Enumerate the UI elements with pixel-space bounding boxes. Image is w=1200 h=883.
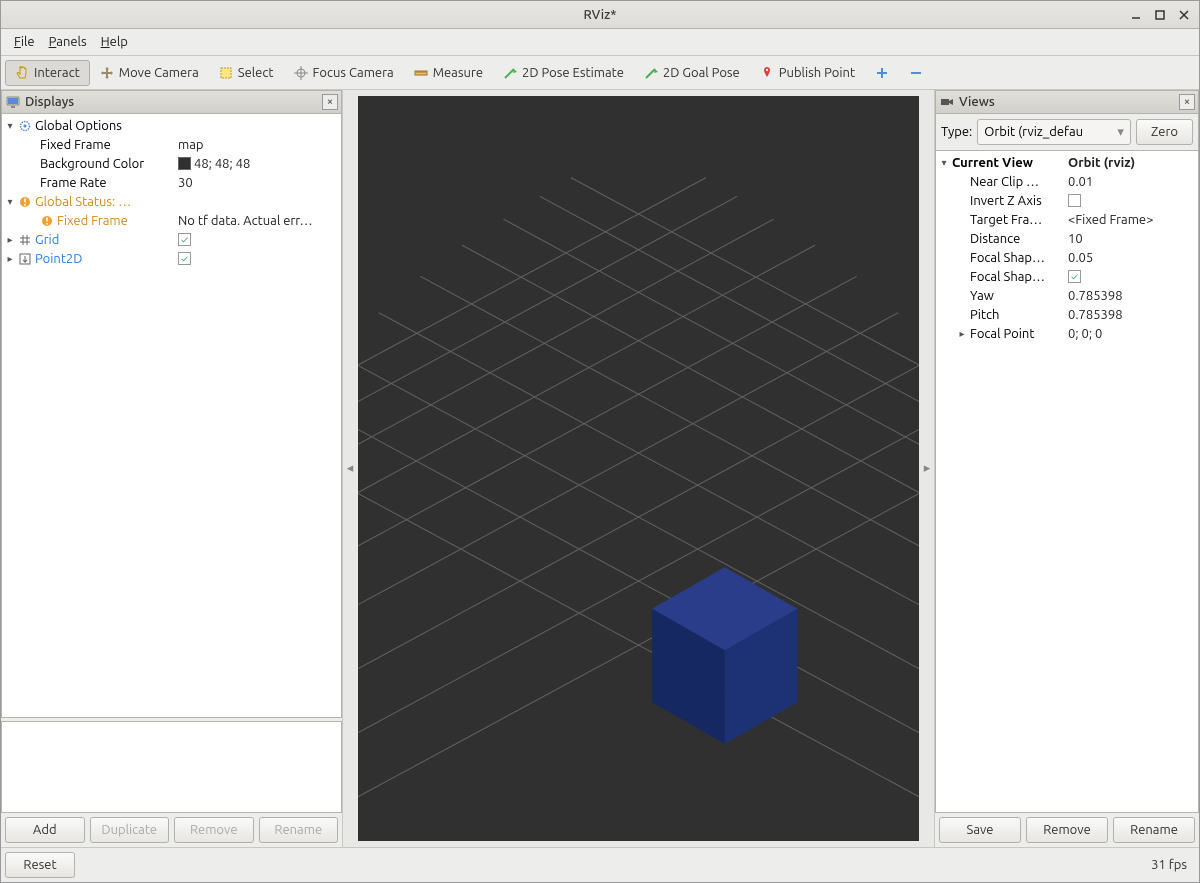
views-type-label: Type: — [941, 125, 972, 139]
tree-current-view[interactable]: ▾Current View Orbit (rviz) — [936, 153, 1198, 172]
tree-yaw[interactable]: Yaw0.785398 — [936, 286, 1198, 305]
left-gutter[interactable]: ◂ — [343, 90, 357, 847]
tool-interact[interactable]: Interact — [5, 60, 90, 86]
fps-readout: 31 fps — [1151, 858, 1195, 872]
arrow-green-icon — [503, 66, 517, 80]
tree-near-clip[interactable]: Near Clip …0.01 — [936, 172, 1198, 191]
duplicate-button[interactable]: Duplicate — [90, 817, 170, 843]
tree-global-status[interactable]: ▾Global Status: … — [2, 192, 341, 211]
invert-z-checkbox[interactable] — [1068, 194, 1081, 207]
grid-checkbox[interactable]: ✓ — [178, 233, 191, 246]
crosshair-icon — [294, 66, 308, 80]
views-title: Views — [959, 95, 995, 109]
tool-measure-label: Measure — [433, 66, 483, 80]
zero-button[interactable]: Zero — [1136, 119, 1193, 145]
tree-status-fixed-frame[interactable]: Fixed Frame No tf data. Actual err… — [2, 211, 341, 230]
close-button[interactable] — [1173, 4, 1195, 26]
tree-global-options[interactable]: ▾Global Options — [2, 116, 341, 135]
displays-panel: Displays × ▾Global Options Fixed Frame m… — [1, 90, 343, 847]
menu-help[interactable]: Help — [94, 31, 135, 53]
warning-icon — [18, 195, 32, 209]
rename-button[interactable]: Rename — [259, 817, 339, 843]
tool-2d-goal[interactable]: 2D Goal Pose — [634, 60, 750, 86]
focal-fixed-checkbox[interactable]: ✓ — [1068, 270, 1081, 283]
hand-icon — [15, 66, 29, 80]
tool-publish-label: Publish Point — [779, 66, 855, 80]
minus-icon — [909, 66, 923, 80]
views-rename-button[interactable]: Rename — [1113, 817, 1195, 843]
tree-focal-shape-fixed[interactable]: Focal Shap…✓ — [936, 267, 1198, 286]
arrow-green-icon — [644, 66, 658, 80]
add-button[interactable]: Add — [5, 817, 85, 843]
tool-select-label: Select — [238, 66, 274, 80]
menu-file[interactable]: File — [7, 31, 42, 53]
tree-pitch[interactable]: Pitch0.785398 — [936, 305, 1198, 324]
plus-icon — [875, 66, 889, 80]
tree-invert-z[interactable]: Invert Z Axis — [936, 191, 1198, 210]
tree-grid[interactable]: ▸Grid ✓ — [2, 230, 341, 249]
tree-distance[interactable]: Distance10 — [936, 229, 1198, 248]
tool-measure[interactable]: Measure — [404, 60, 493, 86]
views-panel: Views × Type: Orbit (rviz_defau ▾ Zero ▾… — [934, 90, 1199, 847]
color-swatch — [178, 157, 191, 170]
views-remove-button[interactable]: Remove — [1026, 817, 1108, 843]
tool-publish-point[interactable]: Publish Point — [750, 60, 865, 86]
select-icon — [219, 66, 233, 80]
gear-icon — [18, 119, 32, 133]
tree-fixed-frame[interactable]: Fixed Frame map — [2, 135, 341, 154]
displays-description — [1, 721, 342, 813]
views-close[interactable]: × — [1179, 94, 1195, 110]
tool-focus-camera[interactable]: Focus Camera — [284, 60, 404, 86]
tree-target-frame[interactable]: Target Fra…<Fixed Frame> — [936, 210, 1198, 229]
window-title: RViz* — [583, 8, 616, 22]
tool-focus-label: Focus Camera — [313, 66, 394, 80]
move-icon — [100, 66, 114, 80]
maximize-button[interactable] — [1149, 4, 1171, 26]
views-type-select[interactable]: Orbit (rviz_defau ▾ — [977, 119, 1131, 145]
tool-2d-pose-label: 2D Pose Estimate — [522, 66, 624, 80]
tree-frame-rate[interactable]: Frame Rate 30 — [2, 173, 341, 192]
displays-title: Displays — [25, 95, 74, 109]
monitor-icon — [6, 95, 20, 109]
right-gutter[interactable]: ▸ — [920, 90, 934, 847]
tool-move-label: Move Camera — [119, 66, 199, 80]
remove-button[interactable]: Remove — [174, 817, 254, 843]
tool-move-camera[interactable]: Move Camera — [90, 60, 209, 86]
center-area: ◂ — [343, 90, 934, 847]
marker-icon — [18, 252, 32, 266]
views-tree[interactable]: ▾Current View Orbit (rviz) Near Clip …0.… — [935, 150, 1199, 813]
views-save-button[interactable]: Save — [939, 817, 1021, 843]
tool-select[interactable]: Select — [209, 60, 284, 86]
3d-viewport[interactable] — [358, 96, 919, 841]
titlebar: RViz* — [1, 1, 1199, 29]
camera-icon — [940, 95, 954, 109]
tool-2d-pose[interactable]: 2D Pose Estimate — [493, 60, 634, 86]
tool-remove[interactable] — [899, 60, 933, 86]
tool-2d-goal-label: 2D Goal Pose — [663, 66, 740, 80]
displays-close[interactable]: × — [322, 94, 338, 110]
point2d-checkbox[interactable]: ✓ — [178, 252, 191, 265]
ruler-icon — [414, 66, 428, 80]
tree-point2d[interactable]: ▸Point2D ✓ — [2, 249, 341, 268]
tree-bgcolor[interactable]: Background Color 48; 48; 48 — [2, 154, 341, 173]
tree-focal-point[interactable]: ▸Focal Point0; 0; 0 — [936, 324, 1198, 343]
views-header[interactable]: Views × — [935, 90, 1199, 114]
displays-tree[interactable]: ▾Global Options Fixed Frame map Backgrou… — [1, 114, 342, 718]
tree-focal-shape-size[interactable]: Focal Shap…0.05 — [936, 248, 1198, 267]
grid-icon — [18, 233, 32, 247]
menubar: File Panels Help — [1, 29, 1199, 56]
reset-button[interactable]: Reset — [5, 852, 75, 878]
toolbar: Interact Move Camera Select Focus Camera… — [1, 56, 1199, 90]
minimize-button[interactable] — [1125, 4, 1147, 26]
tool-add[interactable] — [865, 60, 899, 86]
warning-icon — [40, 214, 54, 228]
pin-icon — [760, 66, 774, 80]
tool-interact-label: Interact — [34, 66, 80, 80]
displays-header[interactable]: Displays × — [1, 90, 342, 114]
chevron-down-icon: ▾ — [1117, 125, 1124, 140]
menu-panels[interactable]: Panels — [42, 31, 94, 53]
